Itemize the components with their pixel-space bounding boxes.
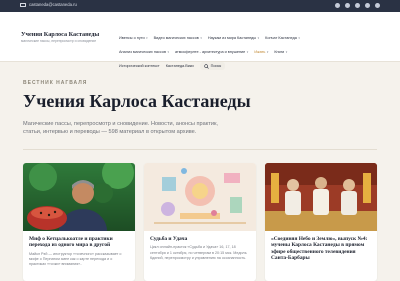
nav-item-label: Ижать [254,50,266,54]
telegram-icon[interactable] [375,3,380,8]
nav-item-label: Книги [274,50,285,54]
article-thumbnail[interactable] [23,163,135,231]
site-brand[interactable]: Учения Карлоса Кастанеды магические пасс… [21,31,111,43]
chevron-down-icon: ▾ [200,36,202,40]
article-card-body: «Соединяя Небо и Землю», выпуск №4: муче… [265,231,377,270]
article-card[interactable]: «Соединяя Небо и Землю», выпуск №4: муче… [265,163,377,281]
nav-row-2: Анализ магических пассов ▾ атмосферлте - … [116,45,386,59]
search-icon [203,63,209,69]
social-links [335,3,380,8]
article-excerpt: Майкл Рэй — инструктор «точечного» расск… [29,251,122,267]
page-title: Учения Карлоса Кастанеды [23,91,251,111]
article-card[interactable]: Судьба и Удача Цикл онлайн-практик «Судь… [144,163,256,281]
article-card[interactable]: Миф о Кетцалькоатле и практики перехода … [23,163,135,281]
facebook-icon[interactable] [355,3,360,8]
nav-item[interactable]: Ивенсы о пути ▾ [116,36,151,40]
chevron-down-icon: ▾ [257,36,260,40]
nav-item-active[interactable]: Ижать ▾ [251,50,271,54]
search-label: Поиск [210,64,222,68]
nav-item-label: Анализ магических пассов [119,50,166,54]
nav-item[interactable]: Кастанеда.Вики [163,64,197,68]
nav-row-1: Ивенсы о пути ▾ Видео магических пассов ▾ … [116,31,386,45]
nav-item-label: атмосферлте - архитектура и внушение [174,50,246,54]
hero-description: Магические пассы, перепросмотр и сновиде… [23,121,218,135]
article-thumbnail[interactable] [265,163,377,231]
article-thumbnail[interactable] [144,163,256,231]
article-card-body: Миф о Кетцалькоатле и практики перехода … [23,231,135,272]
nav-item-label: Наукам из мира Кастанеды [207,36,257,40]
youtube-icon[interactable] [335,3,340,8]
nav-item-label: Кончат Кастанеда [265,36,297,40]
nav-item[interactable]: атмосферлте - архитектура и внушение ▾ [172,50,251,54]
nav-item-label: Видео магических пассов [153,36,199,40]
chevron-down-icon: ▾ [266,50,269,54]
nav-item[interactable]: Анализ магических пассов ▾ [116,50,172,54]
email-text: castaneda@castaneda.ru [29,2,77,7]
envelope-icon [20,2,26,7]
article-title[interactable]: Судьба и Удача [150,236,250,242]
nav-item-label: Кастанеда.Вики [165,64,194,68]
nav-item[interactable]: Видео магических пассов ▾ [151,36,205,40]
article-card-body: Судьба и Удача Цикл онлайн-практик «Судь… [144,231,256,266]
main-nav: Ивенсы о пути ▾ Видео магических пассов ▾ … [116,31,386,73]
site-tagline: магические пассы, перепросмотр и сновиде… [21,39,97,43]
hero-section: ВЕСТНИК НАГВАЛЯ Учения Карлоса Кастанеды… [23,80,383,136]
chevron-down-icon: ▾ [285,50,288,54]
vk-icon[interactable] [345,3,350,8]
article-title[interactable]: Миф о Кетцалькоатле и практики перехода … [29,236,129,249]
chevron-down-icon: ▾ [167,50,169,54]
article-excerpt: Цикл онлайн-практик «Судьба и Удача» 16,… [150,245,247,260]
site-header: Учения Карлоса Кастанеды магические пасс… [0,12,400,70]
hero-kicker: ВЕСТНИК НАГВАЛЯ [23,80,88,86]
article-title[interactable]: «Соединяя Небо и Землю», выпуск №4: муче… [271,236,371,262]
top-bar: castaneda@castaneda.ru [0,0,400,12]
nav-item[interactable]: Наукам из мира Кастанеды ▾ [205,36,262,40]
nav-item-label: Ивенсы о пути [119,36,145,40]
nav-item[interactable]: Исторический контекст [116,64,163,68]
chevron-down-icon: ▾ [146,36,148,40]
nav-item-label: Исторический контекст [119,64,160,68]
email-link[interactable]: castaneda@castaneda.ru [20,2,77,7]
instagram-icon[interactable] [365,3,370,8]
nav-item[interactable]: Кончат Кастанеда ▾ [262,36,303,40]
search-button[interactable]: Поиск [199,62,226,70]
chevron-down-icon: ▾ [246,50,249,54]
nav-row-3: Исторический контекст Кастанеда.Вики Пои… [116,59,386,73]
site-title[interactable]: Учения Карлоса Кастанеды [21,31,111,38]
chevron-down-icon: ▾ [298,36,300,40]
nav-item[interactable]: Книги ▾ [271,50,290,54]
section-divider [23,149,377,150]
